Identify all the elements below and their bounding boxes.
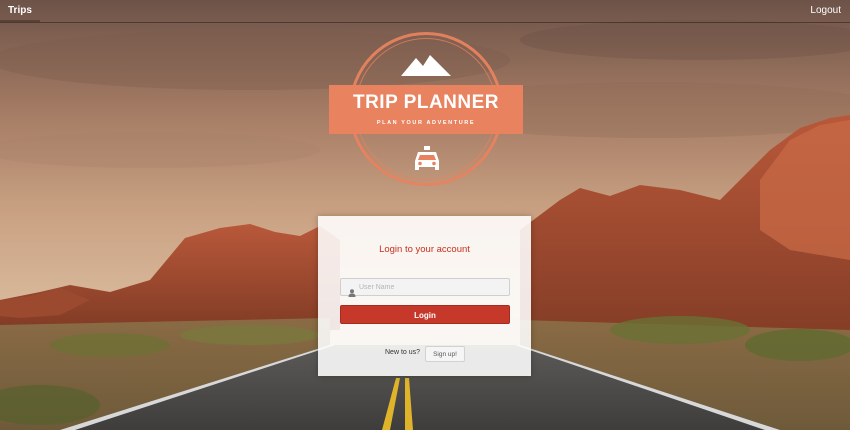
login-heading: Login to your account [379, 244, 470, 255]
mountain-icon [401, 54, 451, 81]
username-input[interactable] [359, 280, 507, 294]
taxi-icon [413, 145, 441, 178]
signup-row: New to us? Sign up! [318, 346, 531, 362]
username-field[interactable] [340, 278, 510, 297]
login-button[interactable]: Login [340, 305, 510, 324]
signup-prompt: New to us? [385, 349, 421, 356]
user-icon [348, 284, 356, 302]
signup-button[interactable]: Sign up! [425, 346, 465, 362]
top-navigation-bar: Trips Logout [0, 0, 850, 23]
nav-logout-link[interactable]: Logout [810, 5, 841, 16]
logo-subtitle: PLAN YOUR ADVENTURE [376, 120, 476, 126]
trip-planner-logo: TRIP PLANNER PLAN YOUR ADVENTURE [329, 32, 523, 192]
login-card: Login to your account Login New to us? S… [318, 216, 531, 376]
nav-trips-link[interactable]: Trips [0, 5, 40, 23]
logo-title: TRIP PLANNER [352, 92, 500, 113]
